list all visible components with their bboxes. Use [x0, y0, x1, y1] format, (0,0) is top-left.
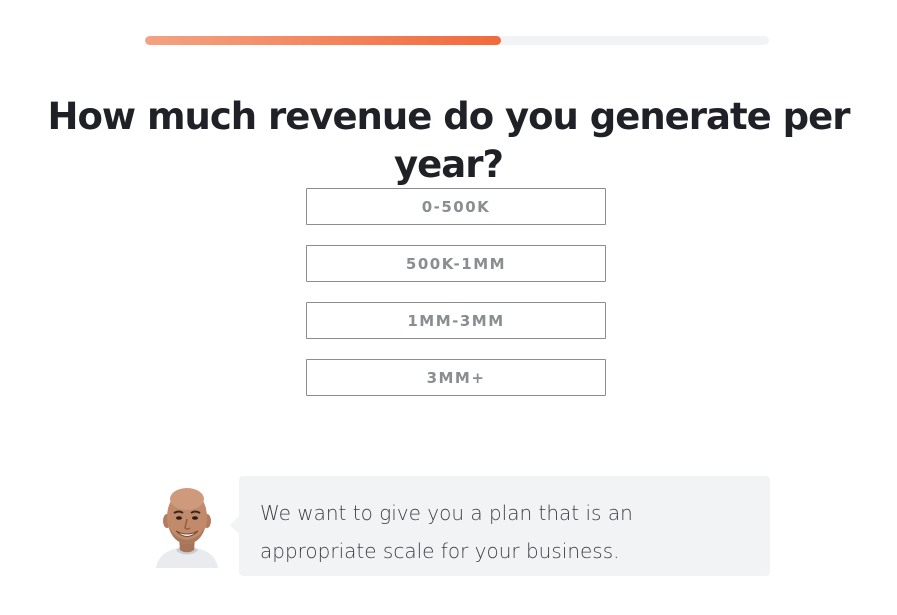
option-0-500k-button[interactable]: 0-500K — [306, 188, 606, 225]
option-500k-1mm-button[interactable]: 500K-1MM — [306, 245, 606, 282]
advisor-speech-bubble: We want to give you a plan that is an ap… — [230, 476, 770, 576]
option-3mm-plus-button[interactable]: 3MM+ — [306, 359, 606, 396]
answer-options: 0-500K 500K-1MM 1MM-3MM 3MM+ — [306, 188, 606, 416]
question-title: How much revenue do you generate per yea… — [47, 95, 851, 186]
progress-bar — [145, 36, 769, 45]
advisor-photo-icon — [156, 488, 218, 568]
option-1mm-3mm-button[interactable]: 1MM-3MM — [306, 302, 606, 339]
advisor-message: We want to give you a plan that is an ap… — [260, 501, 633, 563]
progress-bar-fill — [145, 36, 501, 45]
advisor-avatar — [154, 484, 220, 568]
